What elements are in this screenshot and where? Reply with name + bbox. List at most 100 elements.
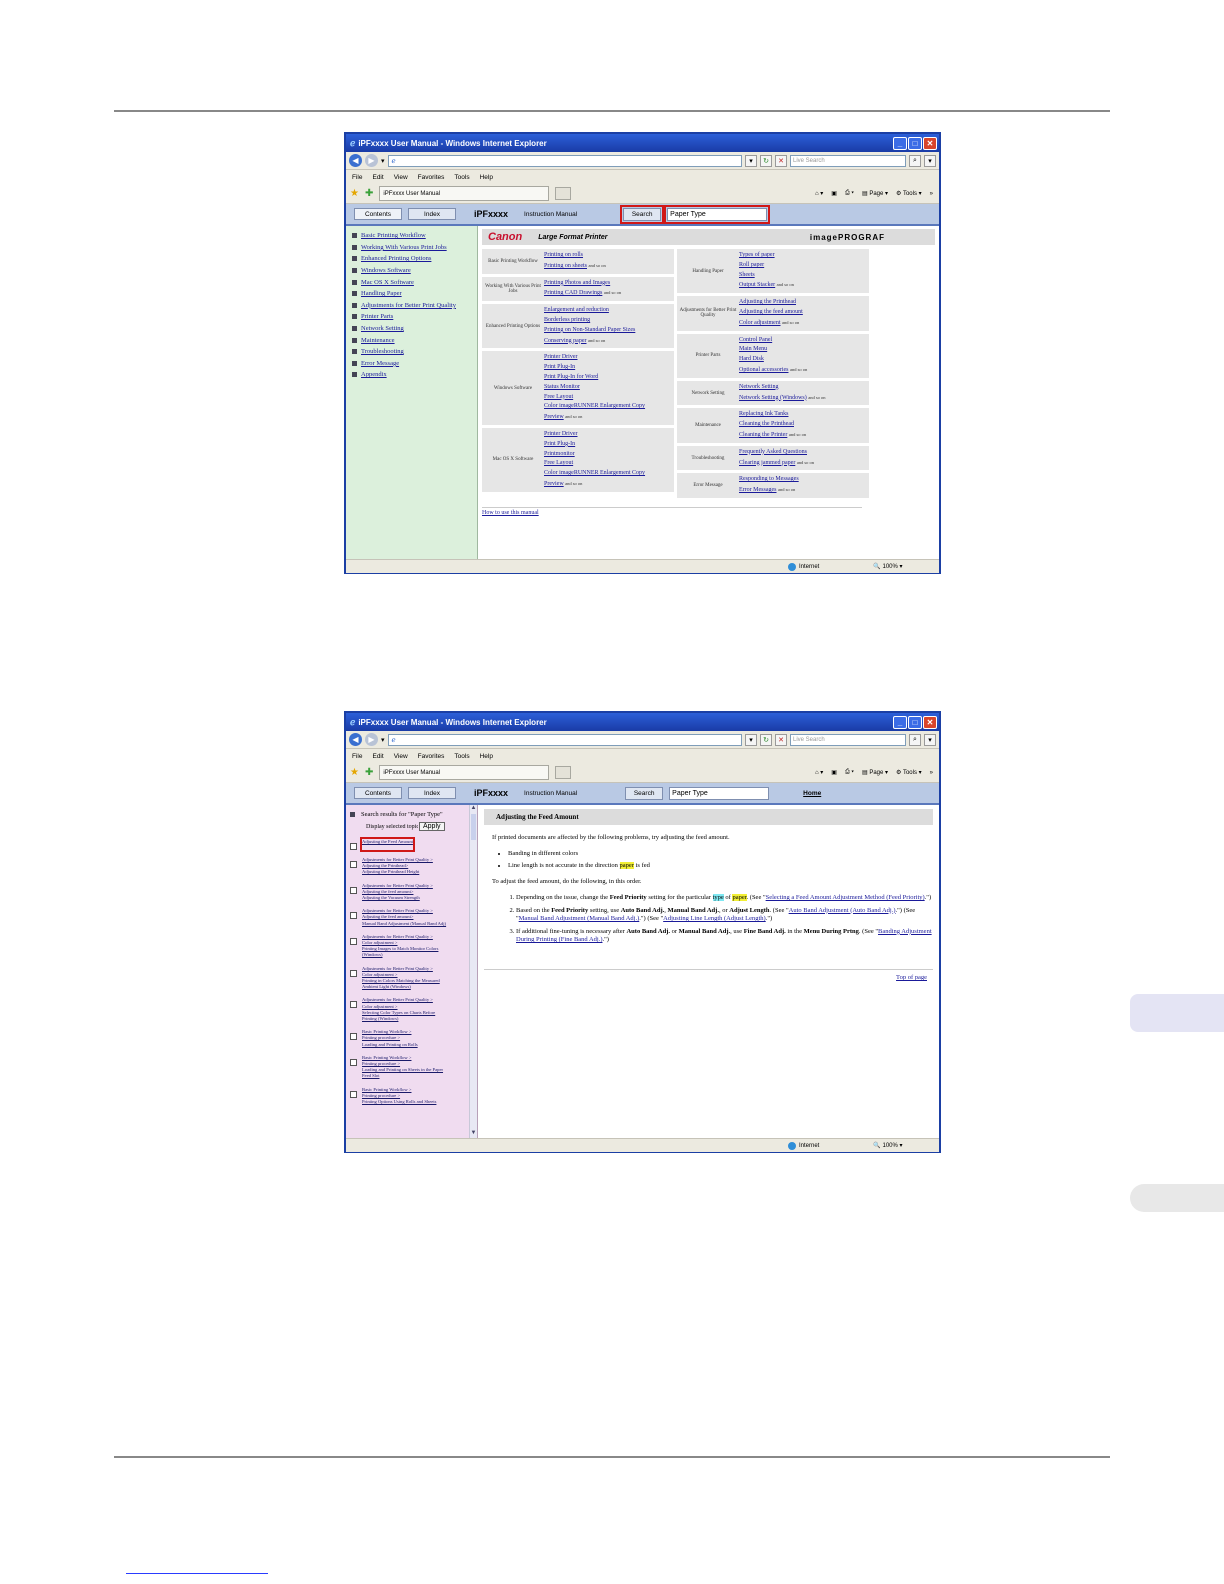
forward-button[interactable]: ▶	[365, 733, 378, 746]
page-menu[interactable]: ▤ Page ▾	[862, 190, 888, 197]
category-link[interactable]: Status Monitor	[544, 384, 580, 390]
close-button[interactable]: ✕	[923, 715, 937, 729]
tree-link[interactable]: Error Message	[361, 360, 399, 367]
result-link[interactable]: Ambient Light (Windows)	[362, 984, 440, 990]
result-link[interactable]: Loading and Printing on Rolls	[362, 1042, 418, 1048]
search-input[interactable]: Paper Type	[669, 786, 770, 800]
result-checkbox[interactable]	[350, 1001, 357, 1009]
category-link[interactable]: Adjusting the feed amount	[739, 309, 803, 315]
cross-reference-link[interactable]: Adjusting Line Length (Adjust Length)	[663, 915, 766, 922]
category-link[interactable]: Main Menu	[739, 346, 767, 352]
footer-link-line[interactable]	[126, 1573, 268, 1574]
expand-icon[interactable]	[352, 314, 357, 320]
cross-reference-link[interactable]: Manual Band Adjustment (Manual Band Adj.…	[519, 915, 640, 922]
category-link[interactable]: Types of paper	[739, 252, 775, 258]
tab-contents[interactable]: Contents	[354, 208, 402, 220]
menu-view[interactable]: View	[394, 753, 408, 760]
close-button[interactable]: ✕	[923, 136, 937, 150]
category-link[interactable]: Printing on rolls	[544, 252, 583, 258]
search-go-icon[interactable]: ⌕	[909, 154, 921, 167]
category-link[interactable]: Color imageRUNNER Enlargement Copy	[544, 403, 645, 409]
category-link[interactable]: Printmonitor	[544, 451, 575, 457]
tree-link[interactable]: Printer Parts	[361, 313, 393, 320]
expand-icon[interactable]	[352, 268, 357, 274]
favorites-star-icon[interactable]: ★	[350, 767, 359, 778]
scroll-thumb[interactable]	[471, 814, 476, 840]
address-input[interactable]: ℯ	[387, 154, 742, 167]
category-link[interactable]: Clearing jammed paper	[739, 460, 795, 466]
minimize-button[interactable]: _	[893, 715, 907, 729]
category-link[interactable]: Replacing Ink Tanks	[739, 411, 788, 417]
result-link[interactable]: Adjustments for Better Print Quality >	[362, 997, 435, 1003]
category-link[interactable]: Borderless printing	[544, 317, 590, 323]
expand-icon[interactable]	[352, 360, 357, 366]
forward-button[interactable]: ▶	[365, 154, 378, 167]
tree-link[interactable]: Handling Paper	[361, 290, 402, 297]
expand-icon[interactable]	[352, 326, 357, 332]
zoom-control[interactable]: 🔍 100% ▾	[873, 563, 902, 570]
maximize-button[interactable]: □	[908, 136, 922, 150]
search-go-icon[interactable]: ⌕	[909, 733, 921, 746]
search-button[interactable]: Search	[625, 786, 664, 800]
result-link[interactable]: Feed Slot	[362, 1073, 443, 1079]
category-link[interactable]: Printer Driver	[544, 354, 578, 360]
category-link[interactable]: Preview	[544, 414, 564, 420]
new-tab-button[interactable]	[555, 187, 572, 200]
back-button[interactable]: ◀	[349, 154, 362, 167]
collapse-icon[interactable]	[350, 812, 355, 817]
category-link[interactable]: Print Plug-In	[544, 364, 575, 370]
menu-edit[interactable]: Edit	[372, 753, 383, 760]
category-link[interactable]: Frequently Asked Questions	[739, 449, 807, 455]
category-link[interactable]: Network Setting (Windows)	[739, 395, 807, 401]
tree-link[interactable]: Working With Various Print Jobs	[361, 244, 447, 251]
expand-icon[interactable]	[352, 233, 357, 239]
category-link[interactable]: Printing on sheets	[544, 263, 587, 269]
tree-link[interactable]: Adjustments for Better Print Quality	[361, 302, 456, 309]
category-link[interactable]: Free Layout	[544, 460, 573, 466]
tab-index[interactable]: Index	[408, 208, 456, 220]
category-link[interactable]: Free Layout	[544, 394, 573, 400]
category-link[interactable]: Hard Disk	[739, 356, 764, 362]
search-options-button[interactable]: ▾	[924, 154, 936, 167]
expand-icon[interactable]	[352, 372, 357, 378]
menu-view[interactable]: View	[394, 174, 408, 181]
category-link[interactable]: Responding to Messages	[739, 476, 799, 482]
category-link[interactable]: Color adjustment	[739, 320, 781, 326]
live-search-input[interactable]: Live Search	[790, 154, 906, 167]
cross-reference-link[interactable]: Auto Band Adjustment (Auto Band Adj.)	[789, 907, 896, 914]
result-link[interactable]: Adjusting the Feed Amount	[362, 839, 413, 845]
category-link[interactable]: Printing Photos and Images	[544, 280, 610, 286]
result-checkbox[interactable]	[350, 1058, 357, 1066]
stop-button[interactable]: ✕	[775, 733, 787, 746]
results-scrollbar[interactable]: ▲ ▼	[469, 805, 477, 1138]
home-icon[interactable]: ⌂ ▾	[815, 769, 823, 776]
print-icon[interactable]: ⎙ ▾	[845, 769, 854, 776]
top-of-page-link[interactable]: Top of page	[896, 974, 927, 981]
tree-link[interactable]: Maintenance	[361, 337, 395, 344]
feeds-icon[interactable]: ▣	[831, 769, 837, 776]
expand-icon[interactable]	[352, 244, 357, 250]
tree-link[interactable]: Mac OS X Software	[361, 279, 414, 286]
result-checkbox[interactable]	[350, 937, 357, 945]
search-button[interactable]: Search	[620, 204, 665, 224]
apply-button[interactable]: Apply	[419, 822, 445, 831]
cross-reference-link[interactable]: Selecting a Feed Amount Adjustment Metho…	[766, 894, 925, 901]
add-favorites-icon[interactable]: ✚	[365, 767, 373, 778]
refresh-button[interactable]: ↻	[760, 733, 772, 746]
stop-button[interactable]: ✕	[775, 154, 787, 167]
scroll-down-icon[interactable]: ▼	[470, 1130, 477, 1138]
zoom-control[interactable]: 🔍 100% ▾	[873, 1142, 902, 1149]
minimize-button[interactable]: _	[893, 136, 907, 150]
search-input[interactable]: Paper Type	[664, 204, 771, 224]
result-link[interactable]: Adjusting the Printhead Height	[362, 869, 433, 875]
new-tab-button[interactable]	[555, 766, 572, 779]
print-icon[interactable]: ⎙ ▾	[845, 190, 854, 197]
tab-index[interactable]: Index	[408, 787, 456, 799]
tree-link[interactable]: Enhanced Printing Options	[361, 255, 431, 262]
address-dropdown-button[interactable]: ▾	[745, 154, 757, 167]
category-link[interactable]: Network Setting	[739, 384, 779, 390]
menu-favorites[interactable]: Favorites	[418, 174, 445, 181]
result-link[interactable]: Manual Band Adjustment (Manual Band Adj)	[362, 921, 446, 927]
expand-icon[interactable]	[352, 291, 357, 297]
result-checkbox[interactable]	[350, 843, 357, 850]
